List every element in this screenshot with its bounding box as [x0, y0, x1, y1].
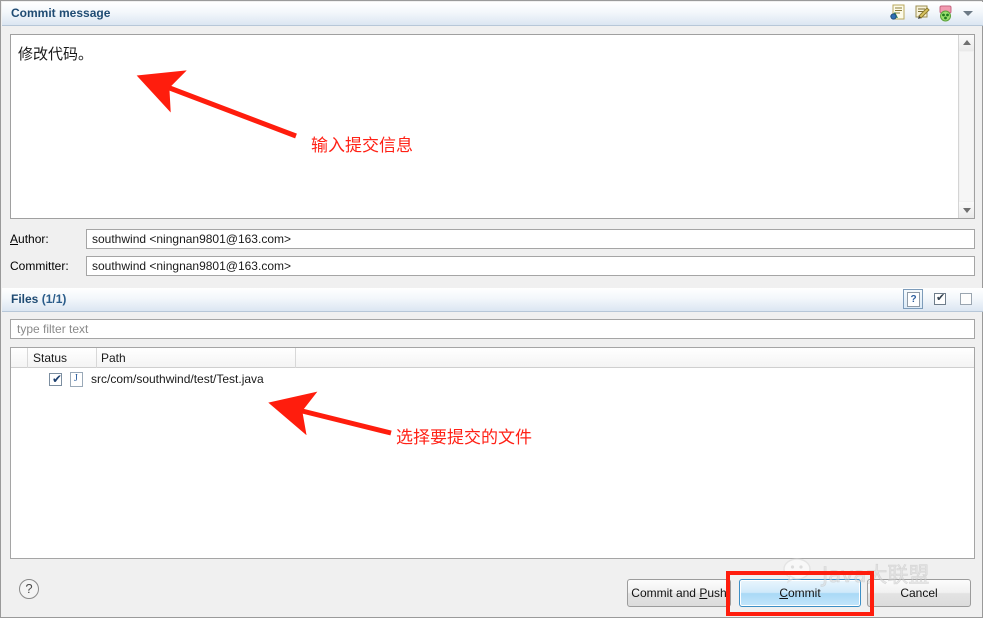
files-title: Files (1/1) [11, 292, 67, 306]
column-header-path[interactable]: Path [101, 351, 126, 365]
committer-row: Committer: southwind <ningnan9801@163.co… [10, 256, 975, 276]
scrollbar-track[interactable] [960, 52, 973, 201]
author-value: southwind <ningnan9801@163.com> [92, 232, 291, 246]
show-untracked-files-button[interactable]: ? [903, 289, 923, 309]
deselect-all-button[interactable] [955, 289, 975, 310]
committer-value: southwind <ningnan9801@163.com> [92, 259, 291, 273]
chevron-down-icon[interactable] [961, 6, 975, 20]
column-header-status[interactable]: Status [33, 351, 67, 365]
checked-box-icon: ✔ [934, 292, 946, 305]
insert-signed-off-icon[interactable] [913, 4, 931, 22]
select-all-button[interactable]: ✔ [929, 289, 949, 309]
commit-dialog: Commit message 修改代码。 Author: southwind <… [0, 0, 983, 618]
question-mark-icon: ? [907, 292, 920, 307]
empty-box-icon [958, 293, 972, 310]
commit-message-input[interactable]: 修改代码。 [10, 34, 975, 219]
commit-message-toolbar [889, 4, 975, 22]
cancel-button[interactable]: Cancel [867, 579, 971, 607]
committer-input[interactable]: southwind <ningnan9801@163.com> [86, 256, 975, 276]
amend-commit-icon[interactable] [937, 4, 955, 22]
help-icon[interactable]: ? [19, 579, 39, 599]
file-path: src/com/southwind/test/Test.java [91, 372, 264, 386]
insert-change-id-icon[interactable] [889, 4, 907, 22]
filter-placeholder: type filter text [17, 322, 89, 336]
commit-message-title: Commit message [11, 6, 111, 20]
author-input[interactable]: southwind <ningnan9801@163.com> [86, 229, 975, 249]
commit-message-header: Commit message [2, 2, 983, 26]
java-file-icon: J [70, 372, 83, 387]
author-row: Author: southwind <ningnan9801@163.com> [10, 229, 975, 249]
commit-message-value: 修改代码。 [18, 45, 94, 63]
file-checkbox[interactable]: ✔ [49, 372, 62, 386]
annotation-enter-commit-message: 输入提交信息 [311, 136, 413, 156]
files-table[interactable]: Status Path ✔ J src/com/southwind/test/T… [10, 347, 975, 559]
annotation-highlight-commit-button [726, 571, 874, 616]
commit-and-push-button[interactable]: Commit and Push [627, 579, 731, 607]
committer-label: Committer: [10, 259, 69, 273]
filter-input[interactable]: type filter text [10, 319, 975, 339]
annotation-select-files-to-commit: 选择要提交的文件 [396, 428, 532, 448]
files-table-header: Status Path [11, 348, 974, 368]
scroll-down-arrow-icon[interactable] [959, 202, 974, 218]
scroll-up-arrow-icon[interactable] [959, 35, 974, 51]
commit-message-scrollbar[interactable] [958, 35, 974, 218]
files-toolbar: ? ✔ [903, 289, 975, 310]
table-row[interactable]: ✔ J src/com/southwind/test/Test.java [11, 369, 974, 391]
author-label: Author: [10, 232, 49, 246]
files-header: Files (1/1) ? ✔ [2, 288, 983, 312]
